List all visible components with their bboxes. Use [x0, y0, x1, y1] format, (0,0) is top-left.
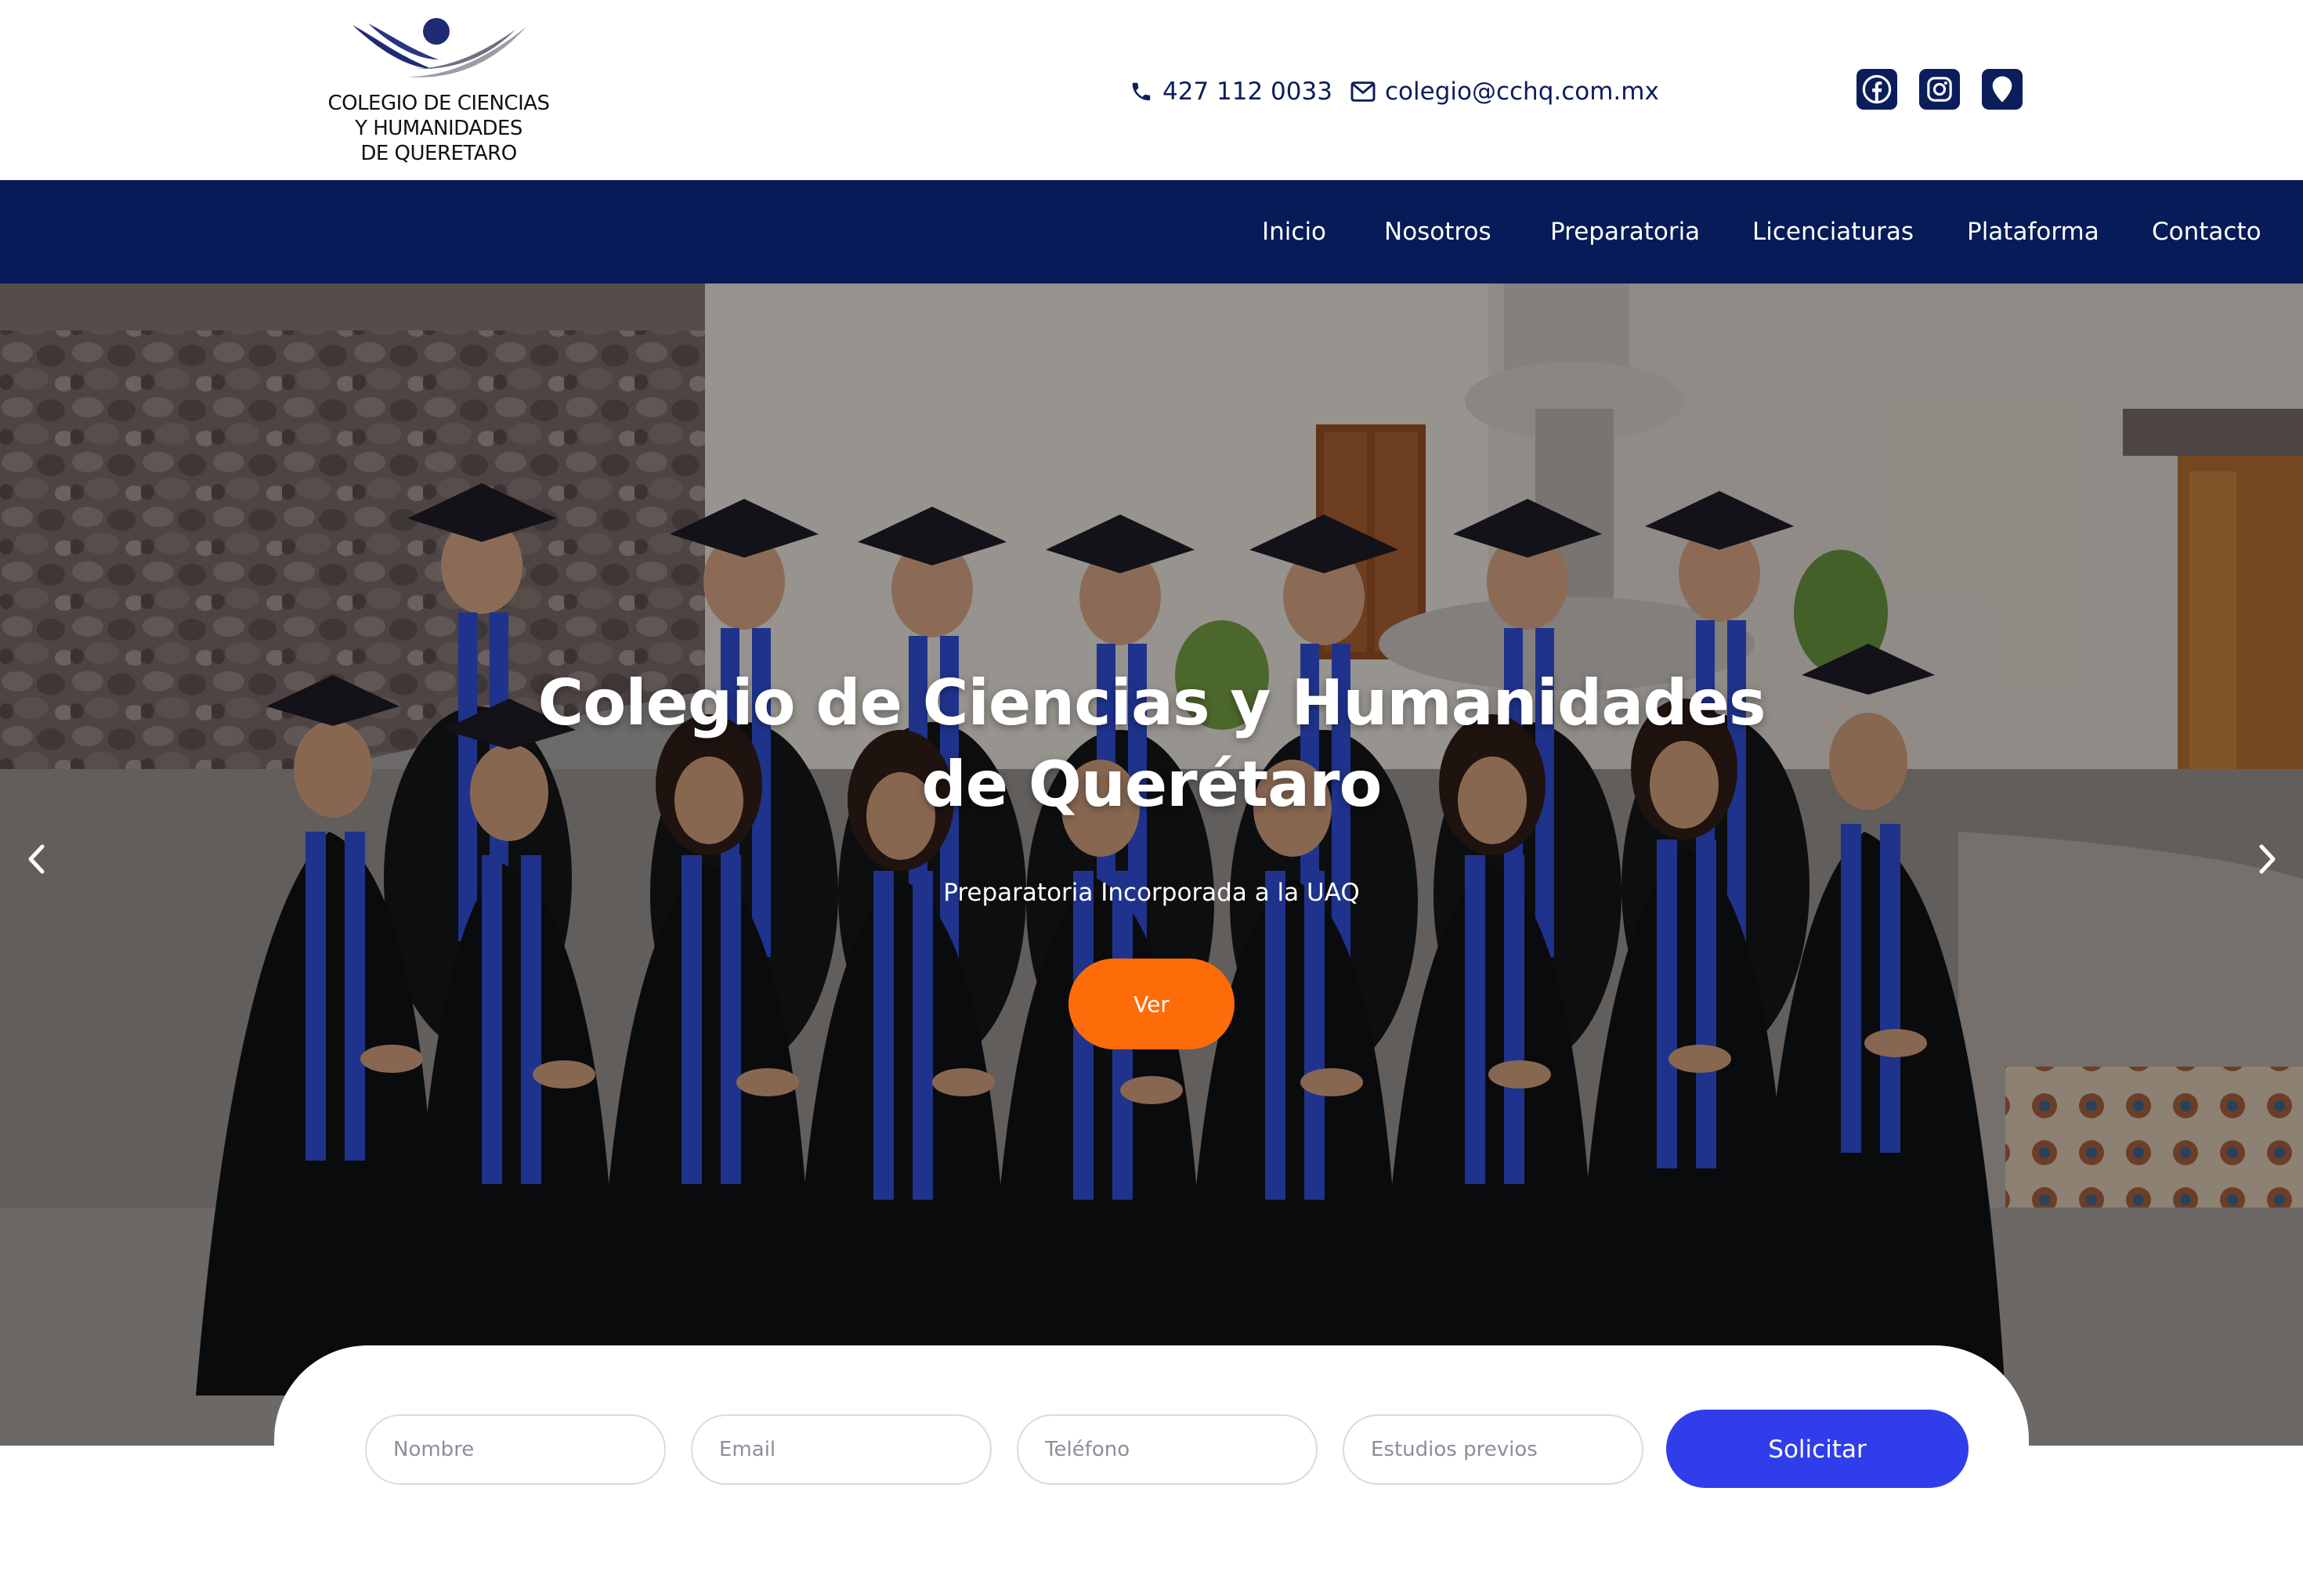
nav-item-plataforma[interactable]: Plataforma: [1967, 180, 2099, 283]
hero-dark-overlay: [0, 283, 2303, 1446]
admission-request-form: Solicitar: [274, 1345, 2029, 1596]
instagram-link[interactable]: [1919, 69, 1960, 110]
nav-item-inicio[interactable]: Inicio: [1262, 180, 1326, 283]
phone-number: 427 112 0033: [1162, 78, 1332, 106]
hero-title: Colegio de Ciencias y Humanidades de Que…: [446, 663, 1856, 825]
instagram-icon: [1927, 77, 1952, 102]
top-header: COLEGIO DE CIENCIAS Y HUMANIDADES DE QUE…: [0, 0, 2303, 180]
nav-item-licenciaturas[interactable]: Licenciaturas: [1752, 180, 1914, 283]
facebook-link[interactable]: [1856, 69, 1897, 110]
hero-subtitle: Preparatoria Incorporada a la UAQ: [943, 879, 1360, 907]
hero-title-line: Colegio de Ciencias y Humanidades: [537, 666, 1766, 739]
nav-item-preparatoria[interactable]: Preparatoria: [1550, 180, 1700, 283]
logo-line: DE QUERETARO: [360, 142, 517, 165]
logo-emblem-icon: [352, 18, 526, 78]
phone-icon: [1132, 82, 1151, 101]
email-address: colegio@cchq.com.mx: [1385, 78, 1659, 106]
nav-item-contacto[interactable]: Contacto: [2152, 180, 2261, 283]
carousel-prev-button[interactable]: [20, 836, 52, 883]
solicitar-button[interactable]: Solicitar: [1666, 1410, 1969, 1488]
nav-item-nosotros[interactable]: Nosotros: [1384, 180, 1491, 283]
facebook-icon: [1862, 74, 1892, 104]
phone-link[interactable]: 427 112 0033: [1130, 72, 1332, 111]
location-link[interactable]: [1982, 69, 2023, 110]
previous-studies-input[interactable]: [1343, 1414, 1643, 1485]
logo-wordmark: COLEGIO DE CIENCIAS Y HUMANIDADES DE QUE…: [313, 91, 564, 166]
map-pin-icon: [1992, 76, 2012, 103]
envelope-icon: [1350, 81, 1376, 102]
logo-line: COLEGIO DE CIENCIAS: [327, 92, 550, 115]
main-navigation: Inicio Nosotros Preparatoria Licenciatur…: [0, 180, 2303, 283]
hero-ver-button[interactable]: Ver: [1068, 959, 1235, 1049]
chevron-left-icon: [28, 844, 45, 874]
hero-title-line: de Querétaro: [921, 748, 1383, 821]
school-logo[interactable]: COLEGIO DE CIENCIAS Y HUMANIDADES DE QUE…: [313, 11, 564, 175]
name-input[interactable]: [365, 1414, 666, 1485]
logo-line: Y HUMANIDADES: [355, 117, 522, 140]
hero-carousel: Colegio de Ciencias y Humanidades de Que…: [0, 283, 2303, 1446]
email-input[interactable]: [691, 1414, 992, 1485]
phone-input[interactable]: [1017, 1414, 1318, 1485]
chevron-right-icon: [2259, 844, 2276, 874]
carousel-next-button[interactable]: [2252, 836, 2283, 883]
email-link[interactable]: colegio@cchq.com.mx: [1350, 72, 1659, 111]
